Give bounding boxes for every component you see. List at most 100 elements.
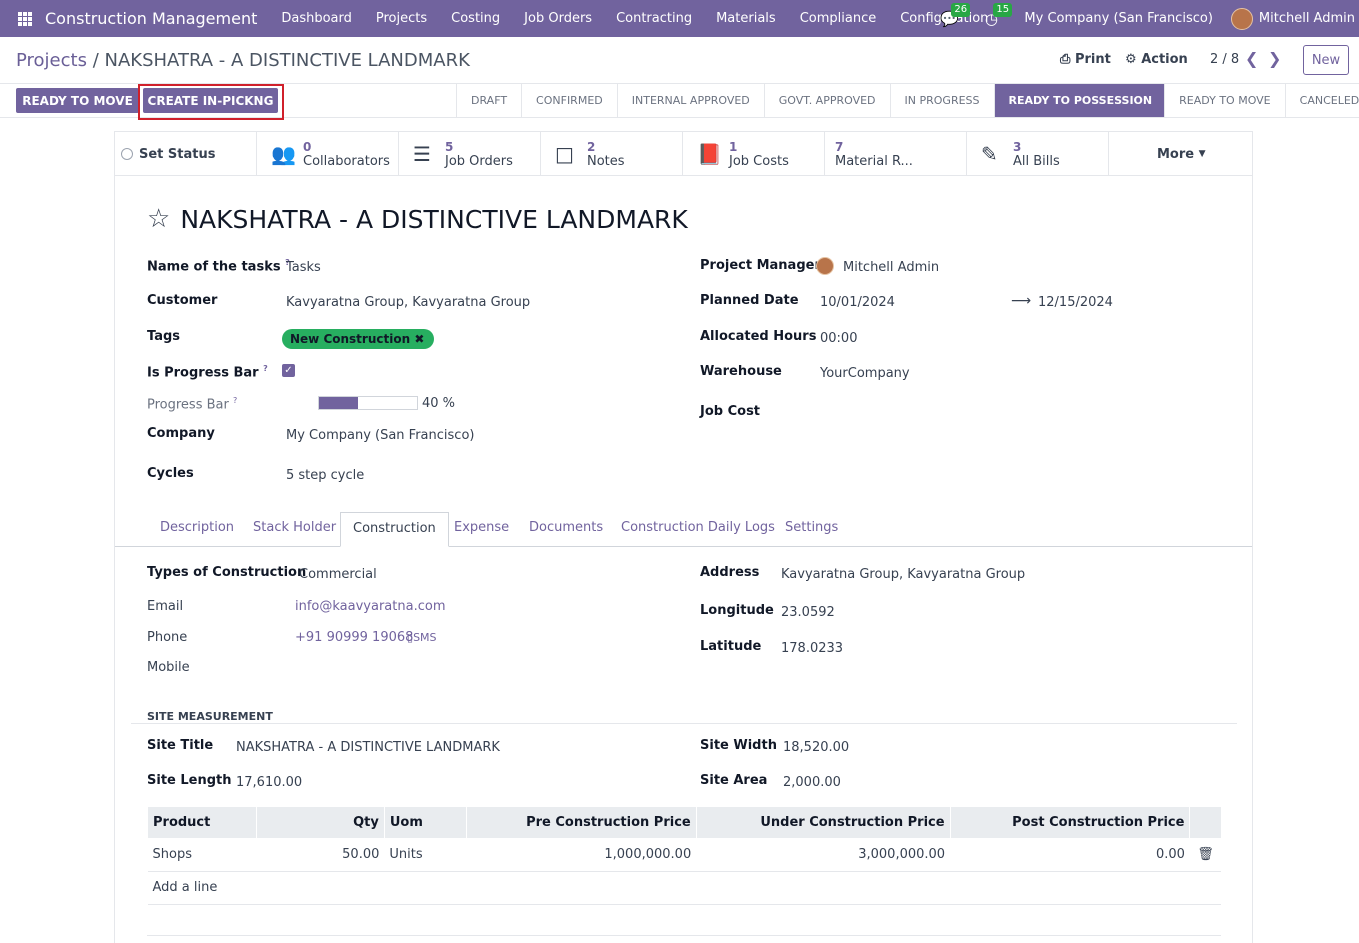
pager-value[interactable]: 2 / 8 xyxy=(1210,52,1239,67)
site-area-value[interactable]: 2,000.00 xyxy=(783,775,841,790)
close-icon[interactable]: ✖ xyxy=(414,332,424,346)
tab-documents[interactable]: Documents xyxy=(529,520,603,535)
site-length-label: Site Length xyxy=(147,773,232,788)
material-requests-button[interactable]: 7 Material R... xyxy=(825,132,967,176)
chevron-right-icon[interactable]: ❯ xyxy=(1268,49,1281,68)
action-label: Action xyxy=(1141,52,1188,67)
notes-button[interactable]: □ 2 Notes xyxy=(541,132,683,176)
tab-stack-holder[interactable]: Stack Holder xyxy=(253,520,336,535)
stage-govt-approved[interactable]: GOVT. APPROVED xyxy=(765,84,891,117)
longitude-label: Longitude xyxy=(700,603,774,618)
stage-internal-approved[interactable]: INTERNAL APPROVED xyxy=(618,84,765,117)
col-qty[interactable]: Qty xyxy=(255,807,385,838)
user-avatar[interactable] xyxy=(1230,7,1253,30)
tab-expense[interactable]: Expense xyxy=(454,520,509,535)
warehouse-value[interactable]: YourCompany xyxy=(820,366,910,381)
material-label: Material R... xyxy=(835,154,913,169)
breadcrumb-projects[interactable]: Projects xyxy=(16,50,87,71)
menu-projects[interactable]: Projects xyxy=(376,11,427,26)
form-sheet: Set Status 👥 0 Collaborators ☰ 5 Job Orders … xyxy=(114,131,1253,943)
project-manager-value[interactable]: Mitchell Admin xyxy=(843,260,939,275)
menu-dashboard[interactable]: Dashboard xyxy=(281,11,352,26)
col-pre-price[interactable]: Pre Construction Price xyxy=(465,807,697,838)
cell-post-price[interactable]: 0.00 xyxy=(950,838,1190,872)
collaborators-button[interactable]: 👥 0 Collaborators xyxy=(257,132,399,176)
stage-draft[interactable]: DRAFT xyxy=(457,84,523,117)
allocated-hours-value[interactable]: 00:00 xyxy=(820,331,857,346)
tab-settings[interactable]: Settings xyxy=(785,520,838,535)
menu-job-orders[interactable]: Job Orders xyxy=(524,11,592,26)
chevron-left-icon[interactable]: ❮ xyxy=(1245,49,1258,68)
record-title-row: ☆ NAKSHATRA - A DISTINCTIVE LANDMARK xyxy=(147,204,688,234)
col-post-price[interactable]: Post Construction Price xyxy=(949,807,1190,838)
tab-description[interactable]: Description xyxy=(160,520,234,535)
stage-ready-to-move[interactable]: READY TO MOVE xyxy=(1165,84,1286,117)
col-uom[interactable]: Uom xyxy=(383,807,467,838)
planned-start[interactable]: 10/01/2024 xyxy=(820,295,895,310)
note-icon: □ xyxy=(555,142,574,166)
col-under-price[interactable]: Under Construction Price xyxy=(695,807,951,838)
email-value[interactable]: info@kaavyaratna.com xyxy=(295,599,445,614)
print-button[interactable]: ⎙ Print xyxy=(1060,52,1111,67)
menu-compliance[interactable]: Compliance xyxy=(800,11,877,26)
stage-in-progress[interactable]: IN PROGRESS xyxy=(891,84,995,117)
messages-badge: 26 xyxy=(951,2,971,17)
customer-value[interactable]: Kavyaratna Group, Kavyaratna Group xyxy=(286,295,530,310)
user-menu[interactable]: Mitchell Admin xyxy=(1259,11,1355,26)
collaborators-label: Collaborators xyxy=(303,154,390,169)
cell-pre-price[interactable]: 1,000,000.00 xyxy=(466,838,697,872)
site-width-value[interactable]: 18,520.00 xyxy=(783,740,849,755)
table-row[interactable]: Shops 50.00 Units 1,000,000.00 3,000,000… xyxy=(147,838,1221,872)
cell-product[interactable]: Shops xyxy=(147,838,257,872)
cycles-value[interactable]: 5 step cycle xyxy=(286,468,364,483)
job-orders-button[interactable]: ☰ 5 Job Orders xyxy=(399,132,541,176)
name-of-tasks-value[interactable]: Tasks xyxy=(286,260,321,275)
star-icon[interactable]: ☆ xyxy=(147,204,170,234)
menu-costing[interactable]: Costing xyxy=(451,11,500,26)
more-button[interactable]: More ▼ xyxy=(1109,132,1251,176)
smart-buttons: Set Status 👥 0 Collaborators ☰ 5 Job Orders … xyxy=(115,132,1252,176)
phone-value[interactable]: +91 90999 19068 xyxy=(295,630,413,645)
action-button[interactable]: ⚙ Action xyxy=(1125,52,1188,67)
planned-end[interactable]: 12/15/2024 xyxy=(1038,295,1113,310)
address-value[interactable]: Kavyaratna Group, Kavyaratna Group xyxy=(781,567,1025,582)
app-title[interactable]: Construction Management xyxy=(45,9,257,28)
cell-qty[interactable]: 50.00 xyxy=(256,838,385,872)
all-bills-button[interactable]: ✎ 3 All Bills xyxy=(967,132,1109,176)
site-length-value[interactable]: 17,610.00 xyxy=(236,775,302,790)
longitude-value[interactable]: 23.0592 xyxy=(781,605,835,620)
arrow-right-icon: ⟶ xyxy=(1011,293,1032,309)
help-icon: ? xyxy=(263,364,268,373)
menu-materials[interactable]: Materials xyxy=(716,11,776,26)
notes-label: Notes xyxy=(587,154,625,169)
radio-icon xyxy=(121,148,133,160)
activities-badge: 15 xyxy=(993,2,1013,17)
menu-contracting[interactable]: Contracting xyxy=(616,11,692,26)
apps-menu-icon[interactable] xyxy=(18,11,32,26)
cell-uom[interactable]: Units xyxy=(384,838,467,872)
set-status-button[interactable]: Set Status xyxy=(115,132,257,176)
add-line-link[interactable]: Add a line xyxy=(147,871,1221,905)
stage-canceled[interactable]: CANCELED xyxy=(1286,84,1359,117)
job-costs-button[interactable]: 📕 1 Job Costs xyxy=(683,132,825,176)
stage-ready-to-possession[interactable]: READY TO POSSESSION xyxy=(994,84,1166,117)
new-button[interactable]: New xyxy=(1303,45,1349,75)
types-of-construction-value[interactable]: Commercial xyxy=(299,567,377,582)
messages-icon[interactable]: 💬 26 xyxy=(940,2,971,28)
latitude-value[interactable]: 178.0233 xyxy=(781,641,843,656)
stage-confirmed[interactable]: CONFIRMED xyxy=(522,84,618,117)
sms-button[interactable]: ▯SMS xyxy=(407,631,437,644)
record-title[interactable]: NAKSHATRA - A DISTINCTIVE LANDMARK xyxy=(180,205,688,234)
col-product[interactable]: Product xyxy=(147,807,257,838)
tab-construction[interactable]: Construction xyxy=(340,512,449,547)
progress-checkbox[interactable]: ✓ xyxy=(282,364,295,377)
tag-new-construction[interactable]: New Construction ✖ xyxy=(282,329,435,349)
ready-to-move-button[interactable]: READY TO MOVE xyxy=(16,88,139,113)
trash-icon[interactable]: 🗑 xyxy=(1189,838,1221,872)
cell-under-price[interactable]: 3,000,000.00 xyxy=(696,838,951,872)
activities-icon[interactable]: ◷ 15 xyxy=(982,2,1013,28)
site-title-value[interactable]: NAKSHATRA - A DISTINCTIVE LANDMARK xyxy=(236,740,500,755)
tab-construction-daily-logs[interactable]: Construction Daily Logs xyxy=(621,520,775,535)
company-value[interactable]: My Company (San Francisco) xyxy=(286,428,474,443)
company-switcher[interactable]: My Company (San Francisco) xyxy=(1024,11,1212,26)
